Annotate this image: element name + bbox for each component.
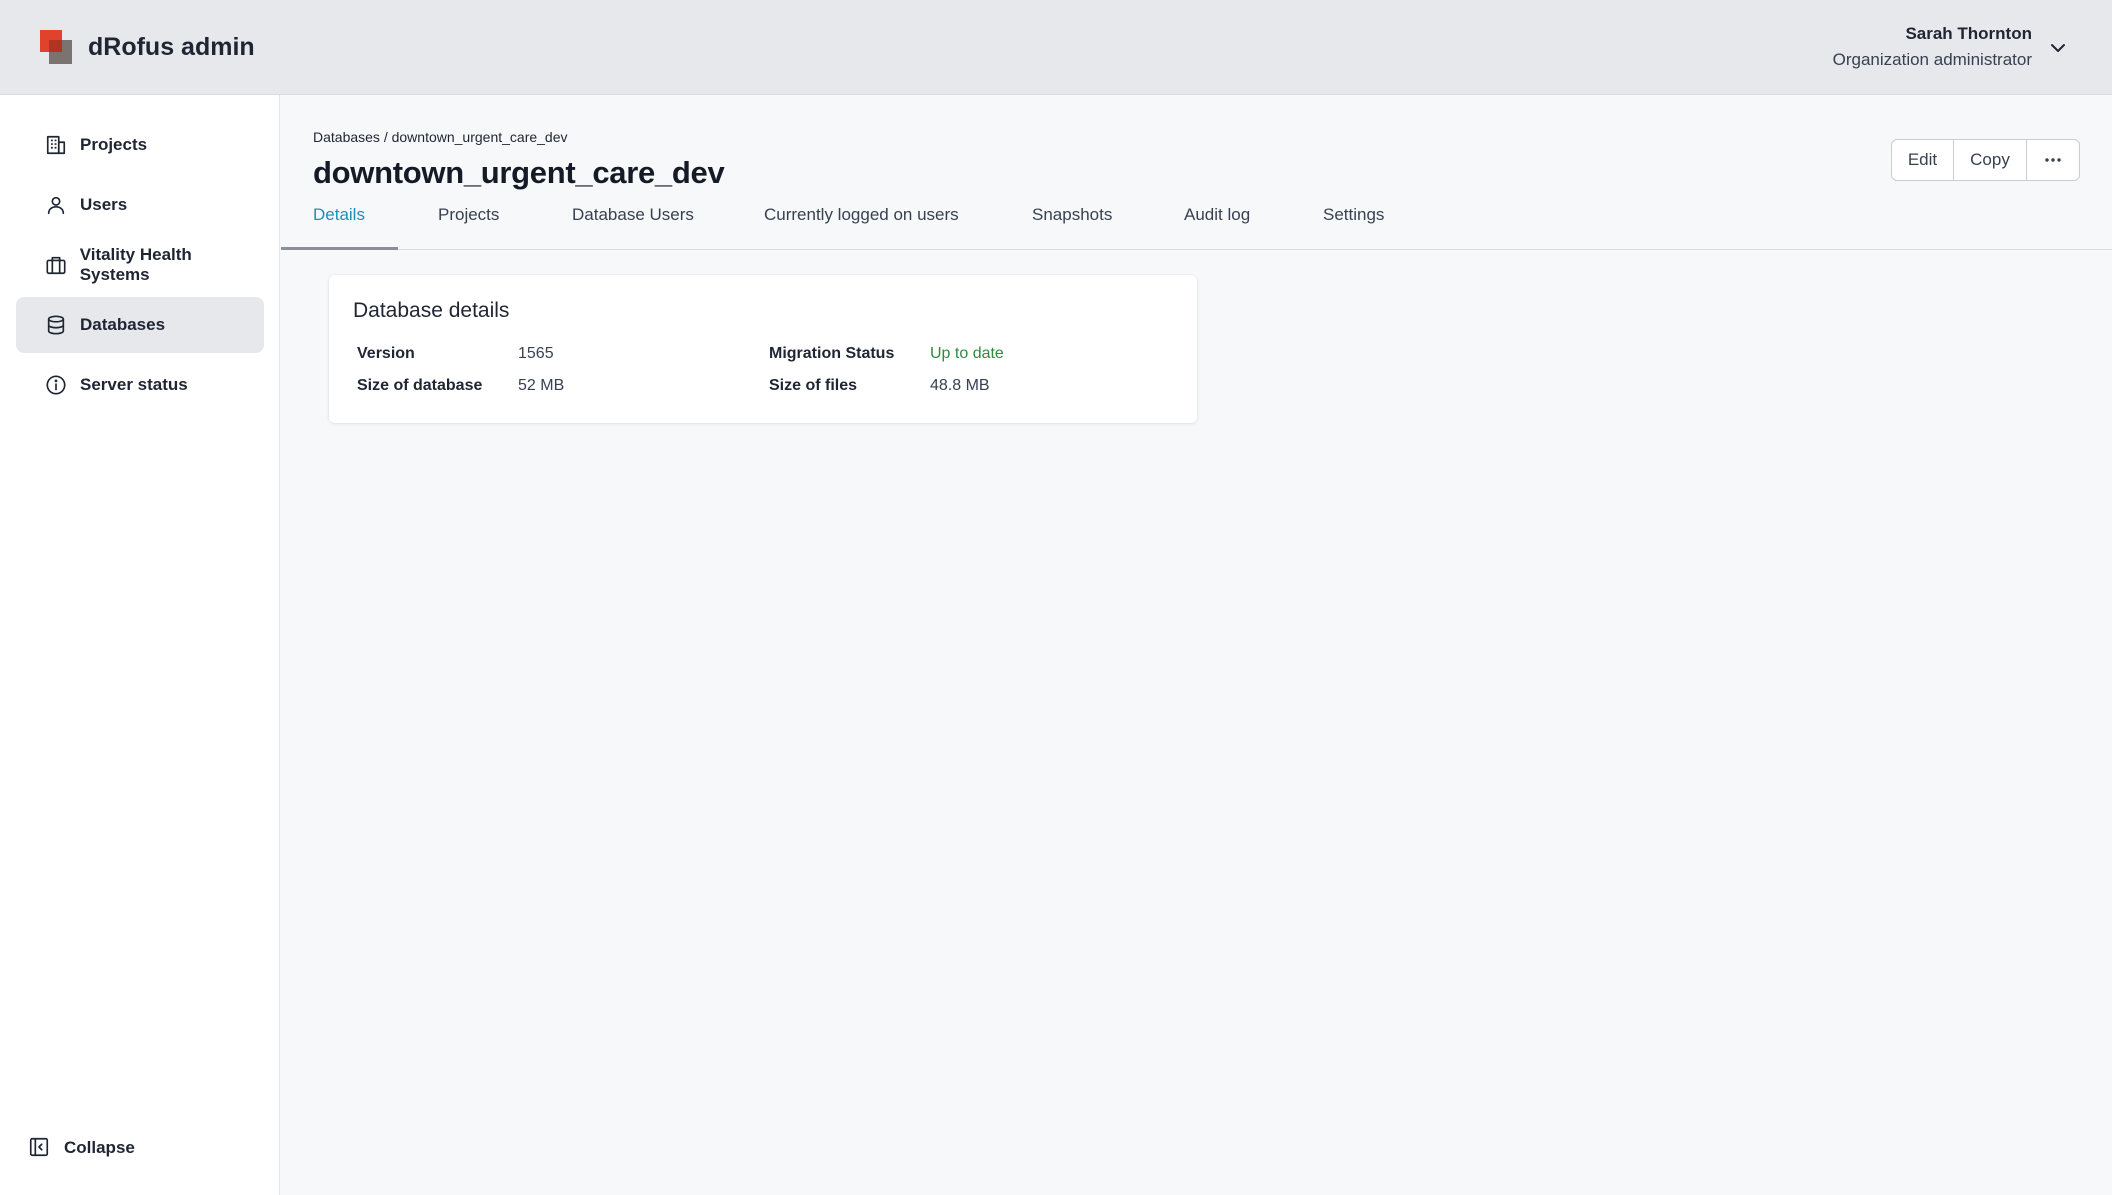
sidebar-item-label: Server status: [80, 375, 188, 394]
tab-settings[interactable]: Settings: [1323, 205, 1384, 250]
drofus-logo-icon: [40, 30, 72, 64]
brand[interactable]: dRofus admin: [40, 30, 255, 64]
info-icon: [44, 373, 68, 397]
active-tab-indicator: [281, 247, 398, 250]
size-of-files-value: 48.8 MB: [930, 377, 990, 394]
tab-database-users[interactable]: Database Users: [572, 205, 694, 250]
building-icon: [44, 133, 68, 157]
top-bar: dRofus admin Sarah Thornton Organization…: [0, 0, 2112, 95]
tab-bar: Details Projects Database Users Currentl…: [281, 205, 2112, 250]
ellipsis-icon: [2045, 158, 2061, 162]
copy-button[interactable]: Copy: [1953, 140, 2026, 180]
tab-projects[interactable]: Projects: [438, 205, 499, 250]
page-title: downtown_urgent_care_dev: [313, 155, 725, 190]
size-of-files-label: Size of files: [769, 377, 858, 394]
size-of-database-label: Size of database: [357, 377, 483, 394]
migration-status-label: Migration Status: [769, 345, 895, 362]
size-of-database-value: 52 MB: [518, 377, 565, 394]
migration-status-value: Up to date: [930, 345, 1004, 362]
sidebar-item-label: Projects: [80, 135, 148, 154]
breadcrumb[interactable]: Databases / downtown_urgent_care_dev: [313, 129, 568, 145]
version-label: Version: [357, 345, 415, 362]
collapse-label: Collapse: [64, 1138, 135, 1157]
main-content: Databases / downtown_urgent_care_dev dow…: [281, 95, 2112, 1195]
collapse-sidebar-icon: [28, 1136, 52, 1160]
sidebar: Projects Users Vitality Health Systems D…: [0, 95, 280, 1195]
tab-snapshots[interactable]: Snapshots: [1032, 205, 1112, 250]
sidebar-item-projects[interactable]: Projects: [16, 117, 264, 173]
user-menu[interactable]: Sarah Thornton Organization administrato…: [1833, 22, 2032, 74]
briefcase-icon: [44, 253, 68, 277]
chevron-down-icon[interactable]: [2048, 38, 2068, 58]
app-title: dRofus admin: [88, 32, 255, 61]
more-options-button[interactable]: [2026, 140, 2079, 180]
sidebar-item-label: Databases: [80, 315, 166, 334]
sidebar-item-organization[interactable]: Vitality Health Systems: [16, 237, 264, 293]
collapse-button[interactable]: Collapse: [28, 1136, 135, 1160]
user-name: Sarah Thornton: [1905, 24, 2032, 43]
sidebar-item-label: Users: [80, 195, 128, 214]
user-icon: [44, 193, 68, 217]
sidebar-item-users[interactable]: Users: [16, 177, 264, 233]
tab-details[interactable]: Details: [313, 205, 365, 250]
database-icon: [44, 313, 68, 337]
sidebar-item-databases[interactable]: Databases: [16, 297, 264, 353]
tab-currently-logged-on-users[interactable]: Currently logged on users: [764, 205, 959, 250]
user-role: Organization administrator: [1832, 50, 2032, 69]
version-value: 1565: [518, 345, 554, 362]
action-button-group: Edit Copy: [1891, 139, 2080, 181]
sidebar-item-label: Vitality Health Systems: [79, 245, 192, 284]
sidebar-item-server-status[interactable]: Server status: [16, 357, 264, 413]
card-title: Database details: [353, 299, 510, 322]
edit-button[interactable]: Edit: [1892, 140, 1953, 180]
tab-audit-log[interactable]: Audit log: [1184, 205, 1250, 250]
database-details-card: Database details Version 1565 Size of da…: [329, 275, 1197, 423]
